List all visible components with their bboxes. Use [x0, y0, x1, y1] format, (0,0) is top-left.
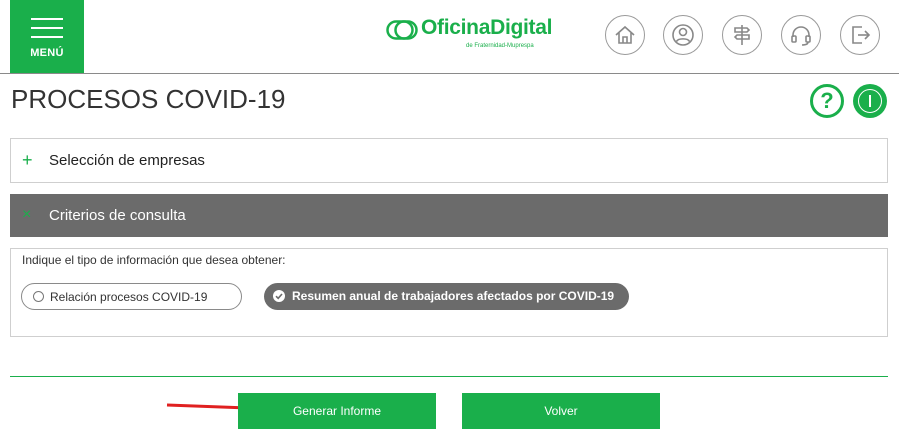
- criteria-panel: Indique el tipo de información que desea…: [10, 248, 888, 337]
- radio-label: Relación procesos COVID-19: [50, 290, 208, 304]
- menu-label: MENÚ: [30, 47, 64, 59]
- radio-unchecked-icon: [33, 291, 44, 302]
- collapse-icon: ×: [22, 206, 32, 223]
- radio-resumen-anual[interactable]: Resumen anual de trabajadores afectados …: [264, 283, 629, 310]
- user-icon[interactable]: [663, 15, 703, 55]
- logo-mark-icon: [386, 20, 418, 40]
- section-title: Criterios de consulta: [49, 207, 186, 224]
- hamburger-icon: [31, 18, 63, 45]
- headset-icon[interactable]: [781, 15, 821, 55]
- radio-label: Resumen anual de trabajadores afectados …: [292, 289, 615, 303]
- page-title: PROCESOS COVID-19: [11, 84, 286, 114]
- expand-icon: +: [22, 150, 33, 170]
- help-icon[interactable]: ?: [810, 84, 844, 118]
- generar-informe-button[interactable]: Generar Informe: [238, 393, 436, 429]
- section-criterios-consulta[interactable]: × Criterios de consulta: [10, 194, 888, 237]
- logo-subtitle: de Fraternidad-Muprespa: [466, 43, 534, 49]
- menu-button[interactable]: MENÚ: [10, 0, 84, 73]
- section-title: Selección de empresas: [49, 152, 205, 169]
- volver-button[interactable]: Volver: [462, 393, 660, 429]
- check-icon: [273, 290, 285, 302]
- section-seleccion-empresas[interactable]: + Selección de empresas: [10, 138, 888, 183]
- signpost-icon[interactable]: [722, 15, 762, 55]
- logo-title: OficinaDigital: [421, 16, 553, 39]
- criteria-prompt: Indique el tipo de información que desea…: [22, 253, 286, 267]
- divider: [10, 376, 888, 377]
- radio-relacion-procesos[interactable]: Relación procesos COVID-19: [21, 283, 242, 310]
- info-icon[interactable]: [853, 84, 887, 118]
- home-icon[interactable]: [605, 15, 645, 55]
- logout-icon[interactable]: [840, 15, 880, 55]
- top-bar: MENÚ OficinaDigital de Fraternidad-Mupre…: [0, 0, 899, 74]
